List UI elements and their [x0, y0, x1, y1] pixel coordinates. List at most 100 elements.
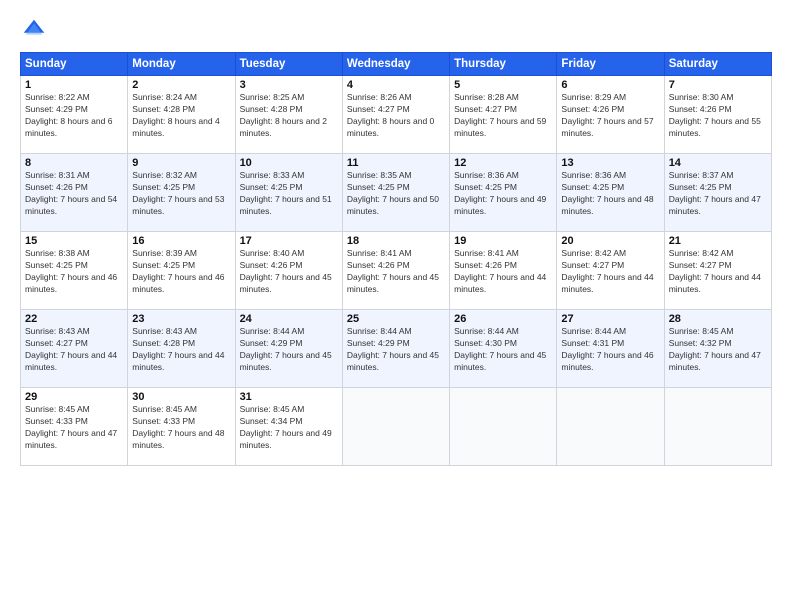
- day-number: 20: [561, 235, 659, 247]
- calendar-cell: 12 Sunrise: 8:36 AM Sunset: 4:25 PM Dayl…: [450, 154, 557, 232]
- day-number: 11: [347, 157, 445, 169]
- day-number: 9: [132, 157, 230, 169]
- calendar-cell: 23 Sunrise: 8:43 AM Sunset: 4:28 PM Dayl…: [128, 310, 235, 388]
- calendar-cell: [450, 388, 557, 466]
- calendar-cell: 31 Sunrise: 8:45 AM Sunset: 4:34 PM Dayl…: [235, 388, 342, 466]
- day-number: 15: [25, 235, 123, 247]
- calendar-cell: 10 Sunrise: 8:33 AM Sunset: 4:25 PM Dayl…: [235, 154, 342, 232]
- calendar-cell: 3 Sunrise: 8:25 AM Sunset: 4:28 PM Dayli…: [235, 76, 342, 154]
- day-header-thursday: Thursday: [450, 53, 557, 76]
- calendar-page: SundayMondayTuesdayWednesdayThursdayFrid…: [0, 0, 792, 612]
- day-info: Sunrise: 8:31 AM Sunset: 4:26 PM Dayligh…: [25, 170, 123, 218]
- calendar-cell: 28 Sunrise: 8:45 AM Sunset: 4:32 PM Dayl…: [664, 310, 771, 388]
- day-number: 10: [240, 157, 338, 169]
- day-number: 13: [561, 157, 659, 169]
- header: [20, 16, 772, 44]
- day-info: Sunrise: 8:24 AM Sunset: 4:28 PM Dayligh…: [132, 92, 230, 140]
- day-number: 29: [25, 391, 123, 403]
- calendar-week-4: 22 Sunrise: 8:43 AM Sunset: 4:27 PM Dayl…: [21, 310, 772, 388]
- day-number: 12: [454, 157, 552, 169]
- day-info: Sunrise: 8:45 AM Sunset: 4:34 PM Dayligh…: [240, 404, 338, 452]
- calendar-cell: [557, 388, 664, 466]
- day-number: 23: [132, 313, 230, 325]
- day-info: Sunrise: 8:43 AM Sunset: 4:28 PM Dayligh…: [132, 326, 230, 374]
- day-number: 30: [132, 391, 230, 403]
- day-info: Sunrise: 8:33 AM Sunset: 4:25 PM Dayligh…: [240, 170, 338, 218]
- day-info: Sunrise: 8:39 AM Sunset: 4:25 PM Dayligh…: [132, 248, 230, 296]
- day-info: Sunrise: 8:44 AM Sunset: 4:29 PM Dayligh…: [347, 326, 445, 374]
- day-header-sunday: Sunday: [21, 53, 128, 76]
- day-number: 8: [25, 157, 123, 169]
- logo-icon: [20, 16, 48, 44]
- calendar-cell: 30 Sunrise: 8:45 AM Sunset: 4:33 PM Dayl…: [128, 388, 235, 466]
- calendar-week-1: 1 Sunrise: 8:22 AM Sunset: 4:29 PM Dayli…: [21, 76, 772, 154]
- day-header-monday: Monday: [128, 53, 235, 76]
- logo: [20, 16, 52, 44]
- day-number: 18: [347, 235, 445, 247]
- day-number: 7: [669, 79, 767, 91]
- calendar-cell: 17 Sunrise: 8:40 AM Sunset: 4:26 PM Dayl…: [235, 232, 342, 310]
- calendar-cell: 16 Sunrise: 8:39 AM Sunset: 4:25 PM Dayl…: [128, 232, 235, 310]
- calendar-cell: 13 Sunrise: 8:36 AM Sunset: 4:25 PM Dayl…: [557, 154, 664, 232]
- day-info: Sunrise: 8:42 AM Sunset: 4:27 PM Dayligh…: [669, 248, 767, 296]
- day-header-friday: Friday: [557, 53, 664, 76]
- day-info: Sunrise: 8:44 AM Sunset: 4:31 PM Dayligh…: [561, 326, 659, 374]
- calendar-cell: 14 Sunrise: 8:37 AM Sunset: 4:25 PM Dayl…: [664, 154, 771, 232]
- calendar-header-row: SundayMondayTuesdayWednesdayThursdayFrid…: [21, 53, 772, 76]
- calendar-week-5: 29 Sunrise: 8:45 AM Sunset: 4:33 PM Dayl…: [21, 388, 772, 466]
- calendar-cell: 1 Sunrise: 8:22 AM Sunset: 4:29 PM Dayli…: [21, 76, 128, 154]
- calendar-cell: 7 Sunrise: 8:30 AM Sunset: 4:26 PM Dayli…: [664, 76, 771, 154]
- day-info: Sunrise: 8:36 AM Sunset: 4:25 PM Dayligh…: [561, 170, 659, 218]
- calendar-cell: 24 Sunrise: 8:44 AM Sunset: 4:29 PM Dayl…: [235, 310, 342, 388]
- calendar-cell: 8 Sunrise: 8:31 AM Sunset: 4:26 PM Dayli…: [21, 154, 128, 232]
- day-header-saturday: Saturday: [664, 53, 771, 76]
- day-number: 21: [669, 235, 767, 247]
- day-info: Sunrise: 8:45 AM Sunset: 4:33 PM Dayligh…: [132, 404, 230, 452]
- day-number: 1: [25, 79, 123, 91]
- calendar-body: 1 Sunrise: 8:22 AM Sunset: 4:29 PM Dayli…: [21, 76, 772, 466]
- calendar-cell: 6 Sunrise: 8:29 AM Sunset: 4:26 PM Dayli…: [557, 76, 664, 154]
- day-info: Sunrise: 8:37 AM Sunset: 4:25 PM Dayligh…: [669, 170, 767, 218]
- calendar-cell: 21 Sunrise: 8:42 AM Sunset: 4:27 PM Dayl…: [664, 232, 771, 310]
- calendar-cell: 19 Sunrise: 8:41 AM Sunset: 4:26 PM Dayl…: [450, 232, 557, 310]
- calendar-cell: [342, 388, 449, 466]
- day-info: Sunrise: 8:44 AM Sunset: 4:29 PM Dayligh…: [240, 326, 338, 374]
- calendar-cell: 4 Sunrise: 8:26 AM Sunset: 4:27 PM Dayli…: [342, 76, 449, 154]
- calendar-cell: 27 Sunrise: 8:44 AM Sunset: 4:31 PM Dayl…: [557, 310, 664, 388]
- calendar-cell: 22 Sunrise: 8:43 AM Sunset: 4:27 PM Dayl…: [21, 310, 128, 388]
- day-info: Sunrise: 8:45 AM Sunset: 4:33 PM Dayligh…: [25, 404, 123, 452]
- day-info: Sunrise: 8:26 AM Sunset: 4:27 PM Dayligh…: [347, 92, 445, 140]
- calendar-cell: 20 Sunrise: 8:42 AM Sunset: 4:27 PM Dayl…: [557, 232, 664, 310]
- day-info: Sunrise: 8:28 AM Sunset: 4:27 PM Dayligh…: [454, 92, 552, 140]
- calendar-cell: 5 Sunrise: 8:28 AM Sunset: 4:27 PM Dayli…: [450, 76, 557, 154]
- day-number: 27: [561, 313, 659, 325]
- day-number: 16: [132, 235, 230, 247]
- calendar-cell: 29 Sunrise: 8:45 AM Sunset: 4:33 PM Dayl…: [21, 388, 128, 466]
- day-info: Sunrise: 8:32 AM Sunset: 4:25 PM Dayligh…: [132, 170, 230, 218]
- day-number: 14: [669, 157, 767, 169]
- calendar-cell: 25 Sunrise: 8:44 AM Sunset: 4:29 PM Dayl…: [342, 310, 449, 388]
- calendar-cell: 18 Sunrise: 8:41 AM Sunset: 4:26 PM Dayl…: [342, 232, 449, 310]
- calendar-cell: 9 Sunrise: 8:32 AM Sunset: 4:25 PM Dayli…: [128, 154, 235, 232]
- day-info: Sunrise: 8:40 AM Sunset: 4:26 PM Dayligh…: [240, 248, 338, 296]
- day-info: Sunrise: 8:45 AM Sunset: 4:32 PM Dayligh…: [669, 326, 767, 374]
- day-number: 19: [454, 235, 552, 247]
- day-info: Sunrise: 8:42 AM Sunset: 4:27 PM Dayligh…: [561, 248, 659, 296]
- day-header-tuesday: Tuesday: [235, 53, 342, 76]
- day-number: 25: [347, 313, 445, 325]
- day-number: 4: [347, 79, 445, 91]
- calendar-cell: 11 Sunrise: 8:35 AM Sunset: 4:25 PM Dayl…: [342, 154, 449, 232]
- day-info: Sunrise: 8:38 AM Sunset: 4:25 PM Dayligh…: [25, 248, 123, 296]
- calendar-cell: 2 Sunrise: 8:24 AM Sunset: 4:28 PM Dayli…: [128, 76, 235, 154]
- day-info: Sunrise: 8:25 AM Sunset: 4:28 PM Dayligh…: [240, 92, 338, 140]
- calendar-week-2: 8 Sunrise: 8:31 AM Sunset: 4:26 PM Dayli…: [21, 154, 772, 232]
- day-number: 5: [454, 79, 552, 91]
- day-number: 24: [240, 313, 338, 325]
- day-number: 22: [25, 313, 123, 325]
- day-info: Sunrise: 8:41 AM Sunset: 4:26 PM Dayligh…: [454, 248, 552, 296]
- day-number: 28: [669, 313, 767, 325]
- day-info: Sunrise: 8:43 AM Sunset: 4:27 PM Dayligh…: [25, 326, 123, 374]
- day-info: Sunrise: 8:41 AM Sunset: 4:26 PM Dayligh…: [347, 248, 445, 296]
- day-info: Sunrise: 8:30 AM Sunset: 4:26 PM Dayligh…: [669, 92, 767, 140]
- day-number: 6: [561, 79, 659, 91]
